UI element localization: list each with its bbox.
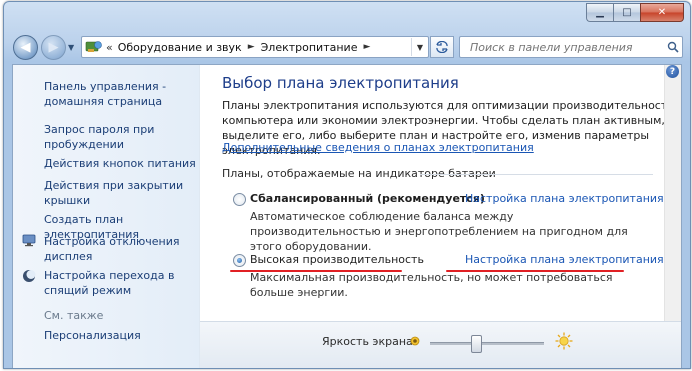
plan-balanced-settings-link[interactable]: Настройка плана электропитания <box>465 192 664 205</box>
recent-pages-dropdown-icon[interactable]: ▼ <box>68 43 74 52</box>
page-title: Выбор плана электропитания <box>222 74 459 92</box>
more-info-link[interactable]: Дополнительные сведения о планах электро… <box>222 141 534 154</box>
plan-balanced-radio[interactable] <box>233 193 246 206</box>
sidebar-link-power-buttons[interactable]: Действия кнопок питания <box>44 156 196 171</box>
brightness-slider-thumb[interactable] <box>470 335 482 353</box>
close-button[interactable]: ✕ <box>640 3 684 22</box>
search-box[interactable] <box>459 36 683 58</box>
dim-sun-icon <box>410 336 420 346</box>
refresh-icon <box>436 41 448 53</box>
brightness-bar: Яркость экрана: <box>200 321 681 368</box>
section-divider <box>420 174 653 175</box>
red-highlight-underline-plan <box>230 270 402 272</box>
window-caption-buttons: ▁ □ ✕ <box>586 3 684 22</box>
breadcrumb-power-options[interactable]: Электропитание <box>261 41 358 54</box>
sidebar-link-display-off[interactable]: Настройка отключения дисплея <box>44 234 180 264</box>
help-icon[interactable]: ? <box>666 65 679 78</box>
vertical-scrollbar[interactable]: ? <box>664 65 681 322</box>
brightness-label: Яркость экрана: <box>322 335 417 348</box>
control-panel-window: ▁ □ ✕ ◀ ▶ ▼ « Оборудование и звук ► Элек… <box>3 1 691 369</box>
forward-button[interactable]: ▶ <box>41 35 66 60</box>
search-icon[interactable] <box>664 41 682 53</box>
search-input[interactable] <box>468 39 664 55</box>
plan-high-performance-name[interactable]: Высокая производительность <box>250 253 424 266</box>
refresh-button[interactable] <box>430 36 454 58</box>
bright-sun-icon <box>555 332 573 350</box>
breadcrumb-separator-icon[interactable]: ► <box>248 42 255 52</box>
breadcrumb-separator-icon[interactable]: ► <box>363 42 370 52</box>
red-highlight-underline-link <box>446 270 624 272</box>
address-history-dropdown-icon[interactable]: ▼ <box>411 38 428 56</box>
maximize-button[interactable]: □ <box>613 3 640 22</box>
sidebar-link-lid-close[interactable]: Действия при закрытии крышки <box>44 178 183 208</box>
plan-high-performance-description: Максимальная производительность, но може… <box>250 271 613 299</box>
task-pane: Панель управления - домашняя страница За… <box>13 65 200 368</box>
plan-high-performance-settings-link[interactable]: Настройка плана электропитания <box>465 253 664 266</box>
content-area: Панель управления - домашняя страница За… <box>12 64 682 368</box>
see-also-heading: См. также <box>44 309 104 322</box>
address-overflow-chevron[interactable]: « <box>106 41 113 54</box>
main-pane: Выбор плана электропитания Планы электро… <box>200 65 665 322</box>
breadcrumb-hardware-and-sound[interactable]: Оборудование и звук <box>118 41 242 54</box>
minimize-button[interactable]: ▁ <box>586 3 613 22</box>
sidebar-link-control-panel-home[interactable]: Панель управления - домашняя страница <box>44 79 166 109</box>
sleep-moon-icon <box>23 270 36 282</box>
sidebar-link-personalization[interactable]: Персонализация <box>44 328 141 343</box>
plan-high-performance-radio[interactable] <box>233 254 246 267</box>
navigation-bar: ◀ ▶ ▼ « Оборудование и звук ► Электропит… <box>4 30 690 64</box>
control-panel-icon <box>85 41 102 52</box>
plan-balanced-name[interactable]: Сбалансированный (рекомендуется) <box>250 192 485 205</box>
back-button[interactable]: ◀ <box>13 35 38 60</box>
sidebar-link-sleep-mode[interactable]: Настройка перехода в спящий режим <box>44 268 175 298</box>
brightness-slider[interactable] <box>430 335 544 353</box>
sidebar-link-require-password[interactable]: Запрос пароля при пробуждении <box>44 122 154 152</box>
display-off-icon <box>22 234 36 247</box>
address-bar[interactable]: « Оборудование и звук ► Электропитание ►… <box>81 36 429 58</box>
plan-balanced-description: Автоматическое соблюдение баланса между … <box>250 210 628 253</box>
